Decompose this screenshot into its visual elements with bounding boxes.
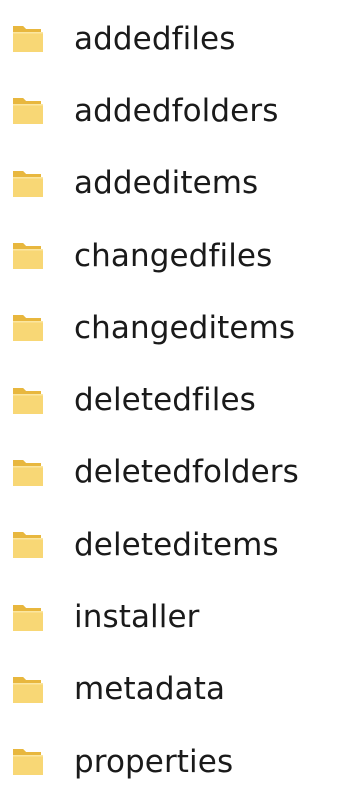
- folder-icon: [10, 672, 46, 708]
- folder-item-properties[interactable]: properties: [0, 726, 342, 798]
- folder-label: properties: [74, 743, 234, 780]
- folder-icon: [10, 383, 46, 419]
- folder-label: deletedfiles: [74, 382, 256, 419]
- folder-label: addedfolders: [74, 92, 279, 129]
- folder-item-changedfiles[interactable]: changedfiles: [0, 220, 342, 292]
- folder-label: addeditems: [74, 165, 259, 202]
- folder-icon: [10, 310, 46, 346]
- folder-icon: [10, 455, 46, 491]
- folder-item-changeditems[interactable]: changeditems: [0, 292, 342, 364]
- folder-item-addeditems[interactable]: addeditems: [0, 148, 342, 220]
- folder-icon: [10, 166, 46, 202]
- folder-label: metadata: [74, 671, 226, 708]
- folder-icon: [10, 21, 46, 57]
- folder-icon: [10, 238, 46, 274]
- folder-label: changeditems: [74, 309, 296, 346]
- folder-label: deleteditems: [74, 526, 279, 563]
- folder-icon: [10, 744, 46, 780]
- folder-label: deletedfolders: [74, 454, 299, 491]
- folder-label: installer: [74, 599, 200, 636]
- folder-icon: [10, 93, 46, 129]
- folder-label: changedfiles: [74, 237, 273, 274]
- folder-item-deletedfiles[interactable]: deletedfiles: [0, 364, 342, 436]
- folder-item-deleteditems[interactable]: deleteditems: [0, 509, 342, 581]
- folder-icon: [10, 600, 46, 636]
- folder-item-addedfiles[interactable]: addedfiles: [0, 3, 342, 75]
- folder-label: addedfiles: [74, 20, 236, 57]
- folder-item-addedfolders[interactable]: addedfolders: [0, 75, 342, 147]
- folder-list: addedfiles addedfolders addeditems chang…: [0, 3, 342, 798]
- folder-item-deletedfolders[interactable]: deletedfolders: [0, 437, 342, 509]
- folder-icon: [10, 527, 46, 563]
- folder-item-metadata[interactable]: metadata: [0, 654, 342, 726]
- folder-item-installer[interactable]: installer: [0, 581, 342, 653]
